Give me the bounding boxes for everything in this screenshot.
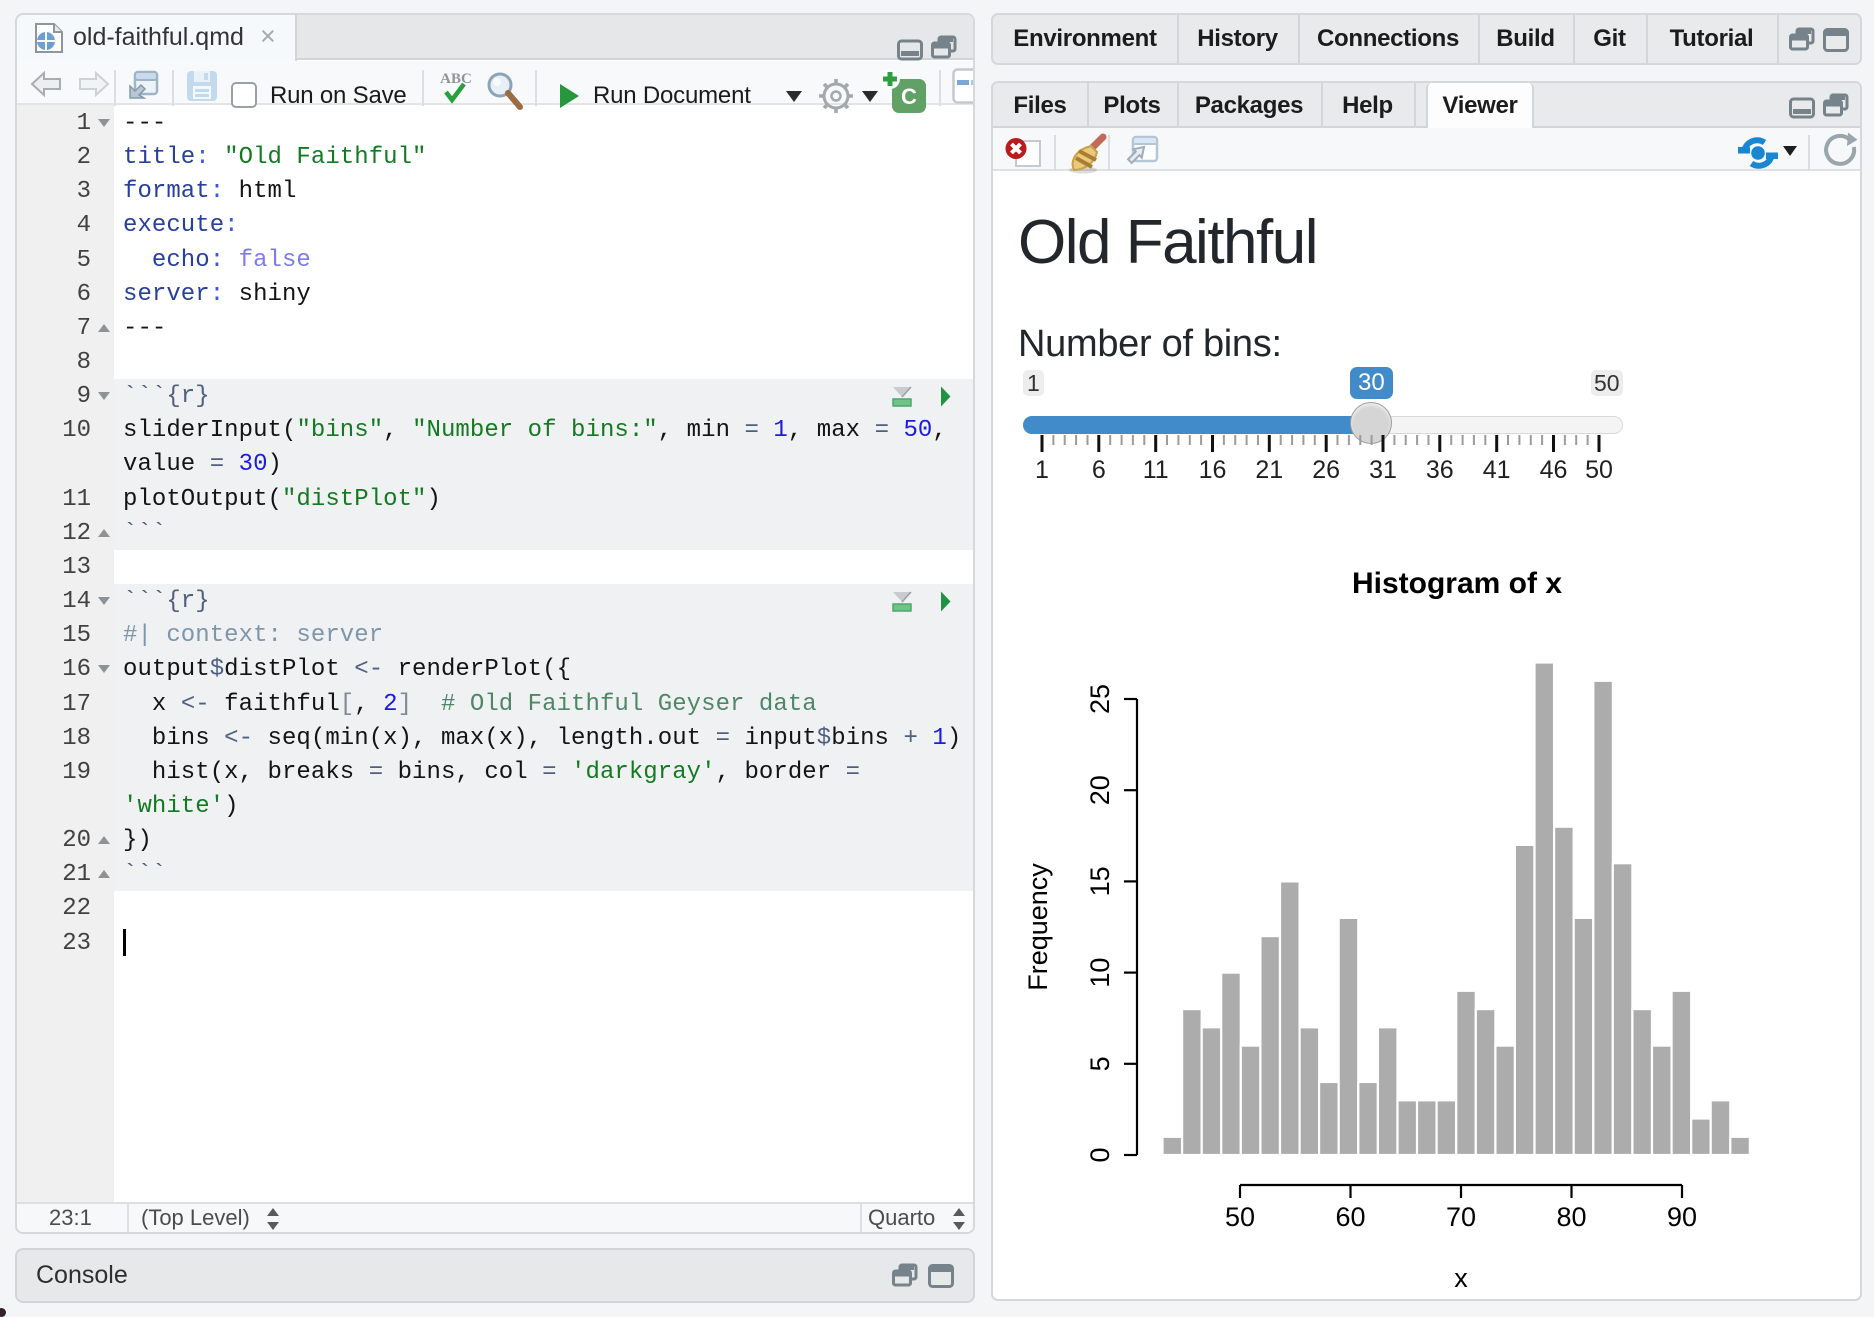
svg-text:80: 80 (1556, 1202, 1586, 1232)
svg-text:16: 16 (1199, 456, 1227, 483)
svg-text:50: 50 (1585, 456, 1613, 483)
svg-text:0: 0 (1085, 1147, 1115, 1162)
svg-text:25: 25 (1085, 684, 1115, 714)
svg-text:11: 11 (1143, 456, 1169, 483)
svg-text:5: 5 (1085, 1056, 1115, 1071)
svg-text:90: 90 (1667, 1202, 1697, 1232)
svg-text:21: 21 (1255, 456, 1283, 483)
svg-text:60: 60 (1335, 1202, 1365, 1232)
svg-text:70: 70 (1446, 1202, 1476, 1232)
svg-text:41: 41 (1483, 456, 1511, 483)
svg-text:6: 6 (1092, 456, 1106, 483)
svg-text:26: 26 (1312, 456, 1340, 483)
svg-text:x: x (1454, 1263, 1468, 1293)
svg-text:ABC: ABC (440, 71, 472, 87)
svg-text:Histogram of x: Histogram of x (1352, 567, 1562, 600)
svg-text:31: 31 (1369, 456, 1397, 483)
svg-text:20: 20 (1085, 775, 1115, 805)
svg-text:50: 50 (1225, 1202, 1255, 1232)
svg-text:15: 15 (1085, 866, 1115, 896)
svg-text:C: C (901, 84, 917, 109)
svg-text:46: 46 (1540, 456, 1568, 483)
svg-text:1: 1 (1035, 456, 1049, 483)
svg-text:Frequency: Frequency (1023, 863, 1053, 991)
svg-text:36: 36 (1426, 456, 1454, 483)
svg-text:10: 10 (1085, 958, 1115, 988)
